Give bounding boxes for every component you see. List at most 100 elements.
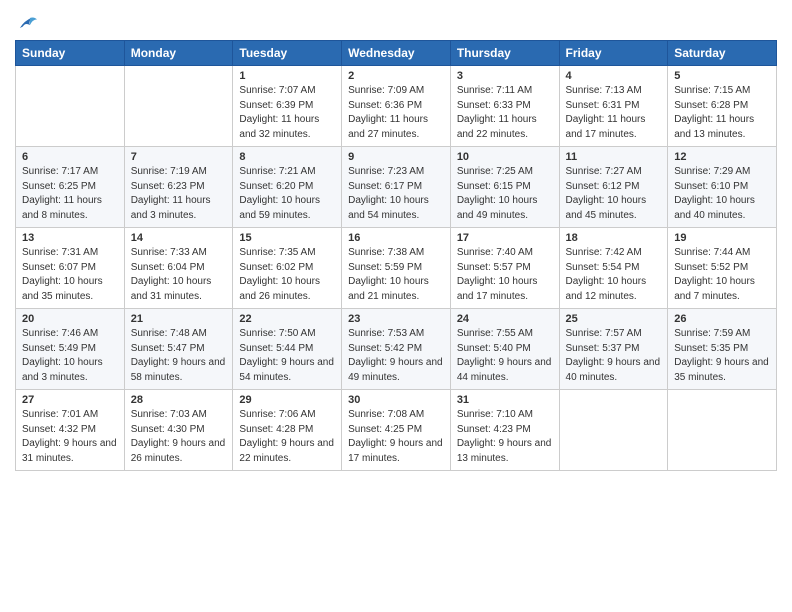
calendar-cell: 12 Sunrise: 7:29 AM Sunset: 6:10 PM Dayli…	[668, 147, 777, 228]
calendar-cell	[668, 390, 777, 471]
day-number: 29	[239, 394, 335, 406]
day-info: Sunrise: 7:55 AM Sunset: 5:40 PM Dayligh…	[457, 327, 553, 385]
day-info: Sunrise: 7:25 AM Sunset: 6:15 PM Dayligh…	[457, 165, 553, 223]
day-number: 8	[239, 151, 335, 163]
calendar-header-row: SundayMondayTuesdayWednesdayThursdayFrid…	[16, 41, 777, 66]
day-info: Sunrise: 7:35 AM Sunset: 6:02 PM Dayligh…	[239, 246, 335, 304]
day-header-tuesday: Tuesday	[233, 41, 342, 66]
day-number: 7	[131, 151, 227, 163]
calendar-cell: 11 Sunrise: 7:27 AM Sunset: 6:12 PM Dayli…	[559, 147, 668, 228]
logo	[15, 10, 37, 32]
calendar-cell: 2 Sunrise: 7:09 AM Sunset: 6:36 PM Daylig…	[342, 66, 451, 147]
day-info: Sunrise: 7:27 AM Sunset: 6:12 PM Dayligh…	[566, 165, 662, 223]
calendar-cell: 29 Sunrise: 7:06 AM Sunset: 4:28 PM Dayli…	[233, 390, 342, 471]
day-info: Sunrise: 7:13 AM Sunset: 6:31 PM Dayligh…	[566, 84, 662, 142]
calendar-cell: 27Sunrise: 7:01 AM Sunset: 4:32 PM Dayli…	[16, 390, 125, 471]
day-info: Sunrise: 7:48 AM Sunset: 5:47 PM Dayligh…	[131, 327, 227, 385]
calendar-cell: 18 Sunrise: 7:42 AM Sunset: 5:54 PM Dayli…	[559, 228, 668, 309]
calendar-cell	[559, 390, 668, 471]
day-number: 26	[674, 313, 770, 325]
day-info: Sunrise: 7:57 AM Sunset: 5:37 PM Dayligh…	[566, 327, 662, 385]
day-header-saturday: Saturday	[668, 41, 777, 66]
calendar-cell: 17 Sunrise: 7:40 AM Sunset: 5:57 PM Dayli…	[450, 228, 559, 309]
day-info: Sunrise: 7:21 AM Sunset: 6:20 PM Dayligh…	[239, 165, 335, 223]
day-number: 15	[239, 232, 335, 244]
calendar-week-row: 1Sunrise: 7:07 AM Sunset: 6:39 PM Daylig…	[16, 66, 777, 147]
calendar-cell: 8 Sunrise: 7:21 AM Sunset: 6:20 PM Daylig…	[233, 147, 342, 228]
day-number: 24	[457, 313, 553, 325]
calendar-cell: 6 Sunrise: 7:17 AM Sunset: 6:25 PM Daylig…	[16, 147, 125, 228]
day-info: Sunrise: 7:46 AM Sunset: 5:49 PM Dayligh…	[22, 327, 118, 385]
day-number: 12	[674, 151, 770, 163]
day-info: Sunrise: 7:15 AM Sunset: 6:28 PM Dayligh…	[674, 84, 770, 142]
day-info: Sunrise: 7:31 AM Sunset: 6:07 PM Dayligh…	[22, 246, 118, 304]
day-number: 4	[566, 70, 662, 82]
calendar-cell: 22 Sunrise: 7:50 AM Sunset: 5:44 PM Dayli…	[233, 309, 342, 390]
page: SundayMondayTuesdayWednesdayThursdayFrid…	[0, 0, 792, 486]
day-number: 20	[22, 313, 118, 325]
calendar-week-row: 13 Sunrise: 7:31 AM Sunset: 6:07 PM Dayli…	[16, 228, 777, 309]
day-number: 17	[457, 232, 553, 244]
calendar-week-row: 27Sunrise: 7:01 AM Sunset: 4:32 PM Dayli…	[16, 390, 777, 471]
calendar-cell: 10Sunrise: 7:25 AM Sunset: 6:15 PM Dayli…	[450, 147, 559, 228]
day-info: Sunrise: 7:59 AM Sunset: 5:35 PM Dayligh…	[674, 327, 770, 385]
calendar-cell: 9 Sunrise: 7:23 AM Sunset: 6:17 PM Daylig…	[342, 147, 451, 228]
day-header-monday: Monday	[124, 41, 233, 66]
calendar-cell: 4 Sunrise: 7:13 AM Sunset: 6:31 PM Daylig…	[559, 66, 668, 147]
calendar-table: SundayMondayTuesdayWednesdayThursdayFrid…	[15, 40, 777, 471]
calendar-cell: 23 Sunrise: 7:53 AM Sunset: 5:42 PM Dayli…	[342, 309, 451, 390]
day-info: Sunrise: 7:07 AM Sunset: 6:39 PM Dayligh…	[239, 84, 335, 142]
day-number: 6	[22, 151, 118, 163]
day-info: Sunrise: 7:09 AM Sunset: 6:36 PM Dayligh…	[348, 84, 444, 142]
day-info: Sunrise: 7:44 AM Sunset: 5:52 PM Dayligh…	[674, 246, 770, 304]
day-number: 16	[348, 232, 444, 244]
calendar-cell: 16 Sunrise: 7:38 AM Sunset: 5:59 PM Dayli…	[342, 228, 451, 309]
calendar-cell: 5Sunrise: 7:15 AM Sunset: 6:28 PM Daylig…	[668, 66, 777, 147]
day-header-friday: Friday	[559, 41, 668, 66]
day-number: 11	[566, 151, 662, 163]
calendar-cell: 1Sunrise: 7:07 AM Sunset: 6:39 PM Daylig…	[233, 66, 342, 147]
calendar-cell: 31 Sunrise: 7:10 AM Sunset: 4:23 PM Dayli…	[450, 390, 559, 471]
day-number: 28	[131, 394, 227, 406]
day-info: Sunrise: 7:38 AM Sunset: 5:59 PM Dayligh…	[348, 246, 444, 304]
day-number: 19	[674, 232, 770, 244]
day-number: 21	[131, 313, 227, 325]
day-info: Sunrise: 7:40 AM Sunset: 5:57 PM Dayligh…	[457, 246, 553, 304]
calendar-cell: 28 Sunrise: 7:03 AM Sunset: 4:30 PM Dayli…	[124, 390, 233, 471]
calendar-cell: 30 Sunrise: 7:08 AM Sunset: 4:25 PM Dayli…	[342, 390, 451, 471]
day-info: Sunrise: 7:03 AM Sunset: 4:30 PM Dayligh…	[131, 408, 227, 466]
day-info: Sunrise: 7:29 AM Sunset: 6:10 PM Dayligh…	[674, 165, 770, 223]
day-info: Sunrise: 7:08 AM Sunset: 4:25 PM Dayligh…	[348, 408, 444, 466]
day-number: 30	[348, 394, 444, 406]
day-info: Sunrise: 7:17 AM Sunset: 6:25 PM Dayligh…	[22, 165, 118, 223]
day-number: 31	[457, 394, 553, 406]
day-info: Sunrise: 7:10 AM Sunset: 4:23 PM Dayligh…	[457, 408, 553, 466]
day-info: Sunrise: 7:06 AM Sunset: 4:28 PM Dayligh…	[239, 408, 335, 466]
day-info: Sunrise: 7:23 AM Sunset: 6:17 PM Dayligh…	[348, 165, 444, 223]
day-header-sunday: Sunday	[16, 41, 125, 66]
day-info: Sunrise: 7:50 AM Sunset: 5:44 PM Dayligh…	[239, 327, 335, 385]
day-number: 22	[239, 313, 335, 325]
calendar-cell: 3Sunrise: 7:11 AM Sunset: 6:33 PM Daylig…	[450, 66, 559, 147]
calendar-cell: 21 Sunrise: 7:48 AM Sunset: 5:47 PM Dayli…	[124, 309, 233, 390]
calendar-cell: 13 Sunrise: 7:31 AM Sunset: 6:07 PM Dayli…	[16, 228, 125, 309]
calendar-cell: 15 Sunrise: 7:35 AM Sunset: 6:02 PM Dayli…	[233, 228, 342, 309]
day-number: 23	[348, 313, 444, 325]
calendar-cell: 7 Sunrise: 7:19 AM Sunset: 6:23 PM Daylig…	[124, 147, 233, 228]
day-number: 13	[22, 232, 118, 244]
day-number: 2	[348, 70, 444, 82]
calendar-cell: 19 Sunrise: 7:44 AM Sunset: 5:52 PM Dayli…	[668, 228, 777, 309]
day-info: Sunrise: 7:19 AM Sunset: 6:23 PM Dayligh…	[131, 165, 227, 223]
day-number: 9	[348, 151, 444, 163]
day-number: 3	[457, 70, 553, 82]
day-number: 18	[566, 232, 662, 244]
day-info: Sunrise: 7:42 AM Sunset: 5:54 PM Dayligh…	[566, 246, 662, 304]
calendar-cell: 26 Sunrise: 7:59 AM Sunset: 5:35 PM Dayli…	[668, 309, 777, 390]
day-number: 25	[566, 313, 662, 325]
calendar-cell	[124, 66, 233, 147]
day-number: 14	[131, 232, 227, 244]
day-header-wednesday: Wednesday	[342, 41, 451, 66]
day-info: Sunrise: 7:53 AM Sunset: 5:42 PM Dayligh…	[348, 327, 444, 385]
header	[15, 10, 777, 32]
calendar-week-row: 6 Sunrise: 7:17 AM Sunset: 6:25 PM Daylig…	[16, 147, 777, 228]
